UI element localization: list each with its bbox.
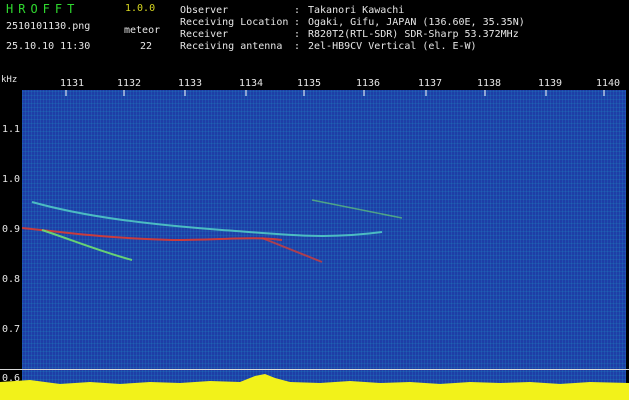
x-tick-label: 1132 [117, 78, 142, 89]
x-tick-label: 1131 [60, 78, 85, 89]
version-label: 1.0.0 [125, 3, 156, 14]
info-observer: Observer: Takanori Kawachi [180, 5, 405, 16]
echo-trace-tail [261, 237, 323, 263]
echo-trace-green [31, 201, 383, 237]
x-tick-label: 1134 [239, 78, 264, 89]
y-tick-label: 1.0 [2, 174, 21, 185]
info-value: R820T2(RTL-SDR) SDR-Sharp 53.372MHz [308, 29, 519, 40]
x-tick-label: 1136 [356, 78, 381, 89]
info-label: Observer [180, 5, 229, 16]
x-tick-label: 1138 [477, 78, 502, 89]
info-value: Takanori Kawachi [308, 5, 405, 16]
info-receiver: Receiver: R820T2(RTL-SDR) SDR-Sharp 53.3… [180, 29, 519, 40]
y-tick-label: 1.1 [2, 124, 21, 135]
y-axis-unit: kHz [1, 75, 18, 85]
info-label: Receiving Location [180, 17, 289, 28]
y-tick-label: 0.9 [2, 224, 21, 235]
y-axis-panel [0, 90, 22, 400]
x-tick-label: 1140 [596, 78, 621, 89]
x-tick-label: 1135 [297, 78, 322, 89]
signal-level-band [0, 374, 629, 400]
info-location: Receiving Location: Ogaki, Gifu, JAPAN (… [180, 17, 525, 28]
info-value: Ogaki, Gifu, JAPAN (136.60E, 35.35N) [308, 17, 525, 28]
info-antenna: Receiving antenna: 2el-HB9CV Vertical (e… [180, 41, 477, 52]
x-tick-label: 1139 [538, 78, 563, 89]
app-title: HROFFT [6, 2, 80, 16]
echo-trace-red [22, 227, 283, 242]
category-label: meteor [124, 25, 161, 36]
datetime-label: 25.10.10 11:30 [6, 41, 91, 52]
info-value: 2el-HB9CV Vertical (el. E-W) [308, 41, 477, 52]
y-tick-label: 0.8 [2, 274, 21, 285]
echo-trace-faint [311, 199, 403, 219]
x-tick-label: 1133 [178, 78, 203, 89]
x-minute-ticks [65, 90, 605, 96]
y-tick-label: 0.7 [2, 324, 21, 335]
spectrogram-overlay [22, 90, 605, 263]
info-label: Receiver [180, 29, 229, 40]
count-label: 22 [140, 41, 153, 52]
x-tick-label: 1137 [418, 78, 443, 89]
filename-label: 2510101130.png [6, 21, 91, 32]
info-label: Receiving antenna [180, 41, 283, 52]
header-panel: HROFFT 1.0.0 2510101130.png meteor 25.10… [0, 0, 629, 76]
